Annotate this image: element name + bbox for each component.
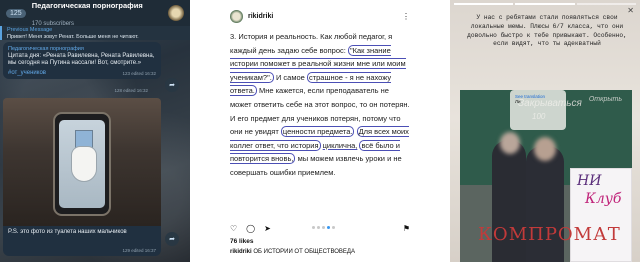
share-icon[interactable]: ➦ xyxy=(165,78,179,92)
back-button[interactable]: 125 xyxy=(6,8,26,18)
carousel-dot-active xyxy=(327,226,330,229)
like-icon[interactable]: ♡ xyxy=(230,224,237,234)
message-photo[interactable] xyxy=(3,98,161,226)
sign-text: НИ xyxy=(577,173,602,189)
more-options-icon[interactable]: ⋮ xyxy=(402,12,410,21)
phone-image xyxy=(53,112,111,216)
story-progress-segment xyxy=(454,3,514,5)
carousel-dot xyxy=(317,226,320,229)
carousel-dot xyxy=(332,226,335,229)
like-count[interactable]: 76 likes xyxy=(230,238,254,245)
post-caption: rikidriki ОБ ИСТОРИИ ОТ ОБЩЕСТВОВЕДА xyxy=(230,249,355,255)
post-header: rikidriki ⋮ xyxy=(220,6,420,26)
message-author: Педагогическая порнография xyxy=(8,46,84,52)
share-icon[interactable]: ➤ xyxy=(264,224,271,234)
pinned-text: Привет! Меня зовут Ренат. Больше меня не… xyxy=(7,33,139,40)
post-text-part: И самое xyxy=(275,72,305,82)
underlined-word: циклична, xyxy=(322,140,358,150)
story-progress-segment xyxy=(576,3,636,5)
post-text: 3. История и реальность. Как любой педаг… xyxy=(230,30,410,180)
photo-meta: 128 edited 16:32 xyxy=(114,88,148,93)
instagram-story: ✕ У нас с ребятами стали появляться свои… xyxy=(450,0,640,262)
message-bubble[interactable]: Педагогическая порнография Цитата дня: «… xyxy=(3,42,161,79)
comment-icon[interactable]: ◯ xyxy=(246,224,255,234)
username[interactable]: rikidriki xyxy=(248,13,273,20)
telegram-header: 125 Педагогическая порнография 170 subsc… xyxy=(0,0,190,27)
highlighted-phrase: ценности предмета. xyxy=(280,126,355,138)
photo-caption-meta: 129 edited 16:37 xyxy=(122,248,156,253)
blurred-face xyxy=(500,132,520,154)
watermark-logo: КОМПРОМАТ xyxy=(478,224,621,245)
photo-caption-text: P.S. это фото из туалета наших мальчиков xyxy=(8,229,127,235)
instagram-post: rikidriki ⋮ 3. История и реальность. Как… xyxy=(220,0,420,262)
sign-text: Клуб xyxy=(585,191,622,207)
blurred-face xyxy=(534,137,556,161)
story-progress xyxy=(454,3,636,5)
bookmark-icon[interactable]: ⚑ xyxy=(403,224,410,234)
photo-caption-bubble[interactable]: P.S. это фото из туалета наших мальчиков… xyxy=(3,226,161,256)
caption-username[interactable]: rikidriki xyxy=(230,249,252,255)
carousel-dot xyxy=(322,226,325,229)
pinned-message[interactable]: Previous Message Привет! Меня зовут Рена… xyxy=(0,26,190,40)
caption-text: ОБ ИСТОРИИ ОТ ОБЩЕСТВОВЕДА xyxy=(253,249,356,255)
share-icon[interactable]: ➦ xyxy=(165,232,179,246)
story-progress-segment xyxy=(515,3,575,5)
story-text: У нас с ребятами стали появляться свои л… xyxy=(467,14,627,48)
story-sticker[interactable]: See translation Ли xyxy=(510,90,566,130)
message-meta: 123 edited 16:32 xyxy=(122,70,156,76)
chalkboard-text: Открыть xyxy=(588,96,622,103)
user-avatar[interactable] xyxy=(230,9,243,23)
channel-title: Педагогическая порнография xyxy=(31,1,143,11)
sticker-text: Ли xyxy=(515,99,521,104)
toilet-image xyxy=(71,146,97,182)
channel-avatar[interactable] xyxy=(168,5,184,21)
telegram-screenshot: 125 Педагогическая порнография 170 subsc… xyxy=(0,0,190,262)
carousel-dots xyxy=(312,226,335,229)
handwritten-sign: НИ Клуб xyxy=(570,168,632,262)
message-text: Цитата дня: «Рената Равилевна, Рената Ра… xyxy=(8,53,155,67)
carousel-dot xyxy=(312,226,315,229)
phone-screen xyxy=(59,120,105,208)
